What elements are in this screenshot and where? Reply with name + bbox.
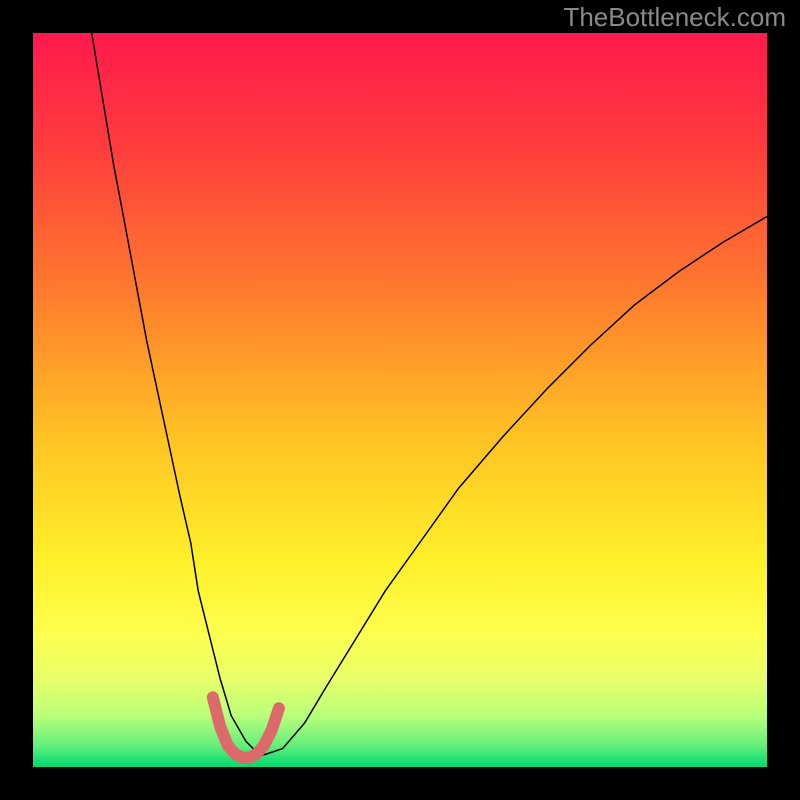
chart-svg <box>0 0 800 800</box>
watermark-text: TheBottleneck.com <box>563 2 786 33</box>
plot-background <box>33 33 767 767</box>
chart-container: TheBottleneck.com <box>0 0 800 800</box>
